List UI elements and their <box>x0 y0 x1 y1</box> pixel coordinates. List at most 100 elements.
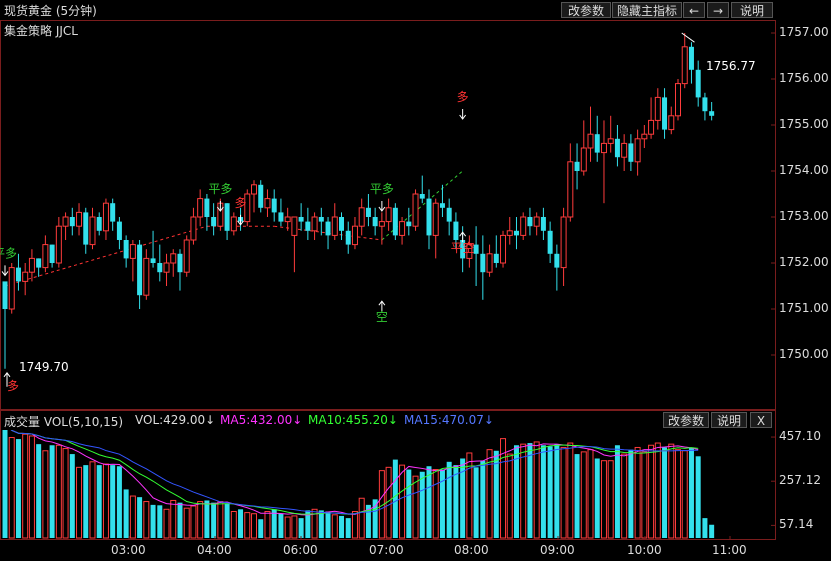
candle-body <box>621 142 628 158</box>
candle-body <box>339 217 344 231</box>
volume-params-button[interactable]: 改参数 <box>663 412 709 428</box>
volume-bar <box>36 444 42 538</box>
candle <box>76 203 83 236</box>
candle <box>305 207 311 240</box>
candle-body <box>170 253 177 264</box>
volume-bar <box>547 446 553 538</box>
volume-bar <box>55 444 62 539</box>
volume-bar <box>339 515 344 538</box>
candle-body <box>567 161 574 218</box>
volume-bar <box>278 513 284 538</box>
candle-body <box>157 263 163 273</box>
volume-bar <box>654 442 661 539</box>
candle-body <box>211 217 217 227</box>
signal-label: 多 <box>235 196 247 210</box>
volume-help-button[interactable]: 说明 <box>711 412 747 428</box>
candle <box>230 212 237 236</box>
candle-body <box>96 217 102 231</box>
volume-bar <box>137 497 143 538</box>
candle <box>183 235 190 277</box>
volume-bar <box>284 516 291 539</box>
candle-body <box>150 258 156 263</box>
time-tick-label: 10:00 <box>627 543 662 557</box>
volume-tick-label: 57.14 <box>779 517 814 532</box>
low-signal-label: 多 <box>7 379 20 393</box>
volume-bar <box>419 471 425 538</box>
candle-body <box>614 138 620 158</box>
volume-bar <box>628 449 634 538</box>
scroll-right-button[interactable]: → <box>707 2 729 18</box>
candle <box>89 207 96 250</box>
volume-bar <box>702 518 708 538</box>
candle <box>264 189 271 217</box>
scroll-left-button[interactable]: ← <box>683 2 705 18</box>
candle-body <box>547 230 553 254</box>
candle <box>493 235 499 268</box>
volume-chart[interactable] <box>0 430 776 540</box>
candle-body <box>62 216 69 227</box>
candle <box>426 189 432 250</box>
volume-bar <box>709 524 715 538</box>
candle <box>224 203 230 240</box>
volume-bar <box>116 466 122 538</box>
price-tick-label: 1752.00 <box>779 255 829 269</box>
candle-body <box>378 221 385 227</box>
volume-tick-label: 257.12 <box>779 473 821 488</box>
candle <box>533 212 540 236</box>
ma15-label: MA15:470.07↓ <box>404 413 494 427</box>
candle <box>628 134 634 171</box>
candle-body <box>628 143 634 162</box>
hide-indicator-button[interactable]: 隐藏主指标 <box>612 2 682 18</box>
candle <box>419 175 425 204</box>
candle <box>648 97 655 139</box>
candle-body <box>2 281 8 309</box>
candle-body <box>540 217 546 231</box>
candle <box>345 221 351 254</box>
volume-bar <box>574 454 580 538</box>
volume-bar <box>28 435 35 539</box>
volume-bar <box>506 453 513 539</box>
candle-body <box>110 203 116 222</box>
volume-bar <box>580 451 587 539</box>
volume-bar <box>695 456 701 538</box>
candle-body <box>419 194 425 199</box>
time-tick-label: 03:00 <box>111 543 146 557</box>
volume-close-button[interactable]: X <box>750 412 772 428</box>
volume-bar <box>426 466 432 538</box>
candle-body <box>325 221 331 236</box>
candle-body <box>42 244 49 269</box>
candle <box>634 129 641 176</box>
candle-body <box>412 193 419 227</box>
candle <box>668 106 675 135</box>
candle-body <box>264 198 271 209</box>
candle-body <box>702 97 708 112</box>
volume-bar <box>163 508 170 539</box>
volume-bar <box>177 502 183 538</box>
candle-body <box>351 225 358 246</box>
candle-body <box>8 267 15 310</box>
candle-body <box>500 234 507 264</box>
volume-tick-label: 457.10 <box>779 429 821 444</box>
candle <box>702 92 708 121</box>
volume-bar <box>69 454 75 538</box>
volume-bar <box>197 501 204 539</box>
candle-body <box>399 221 406 236</box>
candlestick-chart[interactable]: 平多平多多平多空多平空 <box>0 20 776 410</box>
help-button[interactable]: 说明 <box>731 2 773 18</box>
candle <box>365 194 371 227</box>
candle <box>211 203 217 236</box>
candle-body <box>662 97 668 130</box>
candle <box>137 240 143 309</box>
volume-bar <box>406 469 412 538</box>
candle-body <box>668 115 675 131</box>
volume-bar <box>453 465 459 538</box>
params-button[interactable]: 改参数 <box>561 2 611 18</box>
candle-body <box>224 203 230 231</box>
volume-bar <box>446 461 452 538</box>
volume-bar <box>110 465 116 538</box>
volume-bar <box>473 467 479 538</box>
candle-body <box>648 119 655 135</box>
volume-bar <box>648 444 655 539</box>
candle <box>574 143 580 190</box>
candle <box>621 134 628 171</box>
